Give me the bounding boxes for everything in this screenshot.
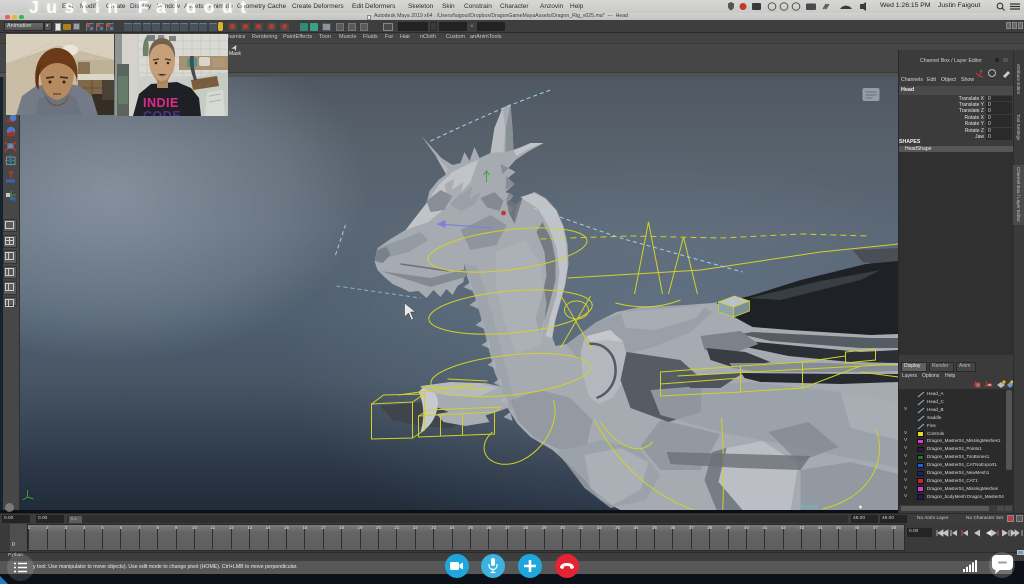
- svg-text:INDIE: INDIE: [143, 96, 179, 110]
- svg-text:CODE: CODE: [143, 109, 181, 116]
- svg-text:Anzovin: Anzovin: [800, 504, 818, 510]
